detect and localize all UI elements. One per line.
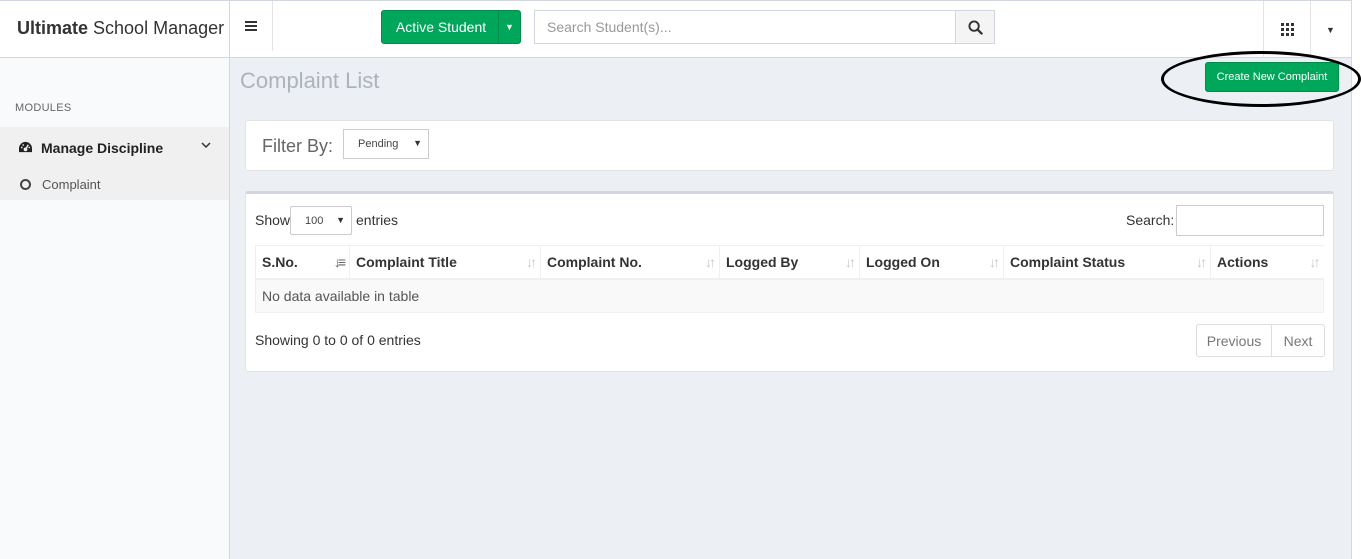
empty-table-message: No data available in table bbox=[255, 278, 1324, 313]
previous-page-button[interactable]: Previous bbox=[1197, 325, 1272, 356]
student-search bbox=[534, 10, 995, 44]
entries-label: entries bbox=[356, 212, 399, 228]
next-page-button[interactable]: Next bbox=[1272, 325, 1324, 356]
page-title: Complaint List bbox=[240, 68, 380, 93]
sort-icon: ↓↑ bbox=[1196, 254, 1207, 270]
column-header-actions[interactable]: Actions ↓↑ bbox=[1210, 245, 1324, 280]
student-search-input[interactable] bbox=[534, 10, 956, 44]
page-length-value: 100 bbox=[305, 214, 324, 227]
caret-down-icon: ▼ bbox=[413, 138, 422, 148]
circle-icon bbox=[20, 178, 31, 190]
scrollbar[interactable] bbox=[1351, 0, 1361, 559]
table-search-label: Search: bbox=[1126, 212, 1175, 228]
caret-down-icon[interactable]: ▼ bbox=[498, 11, 520, 43]
column-header-logged-on[interactable]: Logged On ↓↑ bbox=[859, 245, 1004, 280]
sort-icon: ↓↑ bbox=[1309, 254, 1321, 270]
sidebar-item-label: Manage Discipline bbox=[41, 139, 164, 156]
search-button[interactable] bbox=[955, 10, 995, 44]
brand-rest: School Manager bbox=[93, 18, 225, 38]
show-label: Show bbox=[255, 212, 291, 228]
dashboard-icon bbox=[19, 141, 32, 153]
menu-icon bbox=[245, 25, 257, 27]
pagination: Previous Next bbox=[1196, 324, 1325, 357]
table-info: Showing 0 to 0 of 0 entries bbox=[255, 332, 421, 348]
sidebar-item-manage-discipline[interactable]: Manage Discipline bbox=[0, 127, 229, 168]
column-header-complaint-status[interactable]: Complaint Status ↓↑ bbox=[1003, 245, 1211, 280]
modules-header: MODULES bbox=[15, 102, 72, 114]
column-header-complaint-title[interactable]: Complaint Title ↓↑ bbox=[349, 245, 541, 280]
search-icon bbox=[967, 19, 983, 35]
complaint-table: S.No. ↓≡ Complaint Title ↓↑ Complaint No. ↓… bbox=[255, 245, 1324, 313]
column-header-sno[interactable]: S.No. ↓≡ bbox=[255, 245, 350, 280]
chevron-down-icon bbox=[201, 142, 211, 149]
sort-icon: ↓↑ bbox=[705, 254, 716, 270]
complaint-table-panel: Show 100 ▼ entries Search: S.No. ↓≡ Compl… bbox=[245, 191, 1334, 372]
sort-icon: ↓↑ bbox=[526, 254, 537, 270]
apps-grid-icon bbox=[1280, 23, 1294, 36]
brand-logo[interactable]: Ultimate School Manager bbox=[0, 1, 230, 58]
table-search-input[interactable] bbox=[1176, 205, 1324, 236]
brand-bold: Ultimate bbox=[17, 18, 89, 38]
status-filter-value: Pending bbox=[358, 138, 399, 150]
sort-icon: ↓↑ bbox=[989, 254, 1000, 270]
create-new-complaint-button[interactable]: Create New Complaint bbox=[1205, 62, 1339, 92]
filter-label: Filter By: bbox=[262, 136, 334, 156]
sort-icon: ↓↑ bbox=[845, 254, 856, 270]
active-student-label: Active Student bbox=[395, 19, 487, 35]
sort-icon: ↓≡ bbox=[333, 254, 346, 270]
top-header: Ultimate School Manager Active Student ▼… bbox=[0, 0, 1361, 58]
table-header-row: S.No. ↓≡ Complaint Title ↓↑ Complaint No. ↓… bbox=[255, 245, 1324, 280]
sidebar-toggle-button[interactable] bbox=[230, 1, 273, 51]
caret-down-icon: ▼ bbox=[336, 215, 345, 225]
column-header-logged-by[interactable]: Logged By ↓↑ bbox=[719, 245, 860, 280]
sidebar-item-complaint[interactable]: Complaint bbox=[0, 168, 229, 200]
active-student-button[interactable]: Active Student ▼ bbox=[381, 10, 521, 44]
page-length-select[interactable]: 100 ▼ bbox=[290, 206, 352, 235]
caret-down-icon: ▼ bbox=[1326, 24, 1335, 35]
filter-panel: Filter By: Pending ▼ bbox=[245, 120, 1334, 171]
sidebar: MODULES Manage Discipline Complaint bbox=[0, 58, 230, 559]
user-menu-button[interactable]: ▼ bbox=[1310, 1, 1350, 58]
column-header-complaint-no[interactable]: Complaint No. ↓↑ bbox=[540, 245, 720, 280]
status-filter-select[interactable]: Pending ▼ bbox=[343, 129, 429, 159]
apps-menu-button[interactable] bbox=[1263, 1, 1310, 58]
table-row: No data available in table bbox=[255, 278, 1324, 313]
sidebar-subitem-label: Complaint bbox=[42, 176, 101, 192]
